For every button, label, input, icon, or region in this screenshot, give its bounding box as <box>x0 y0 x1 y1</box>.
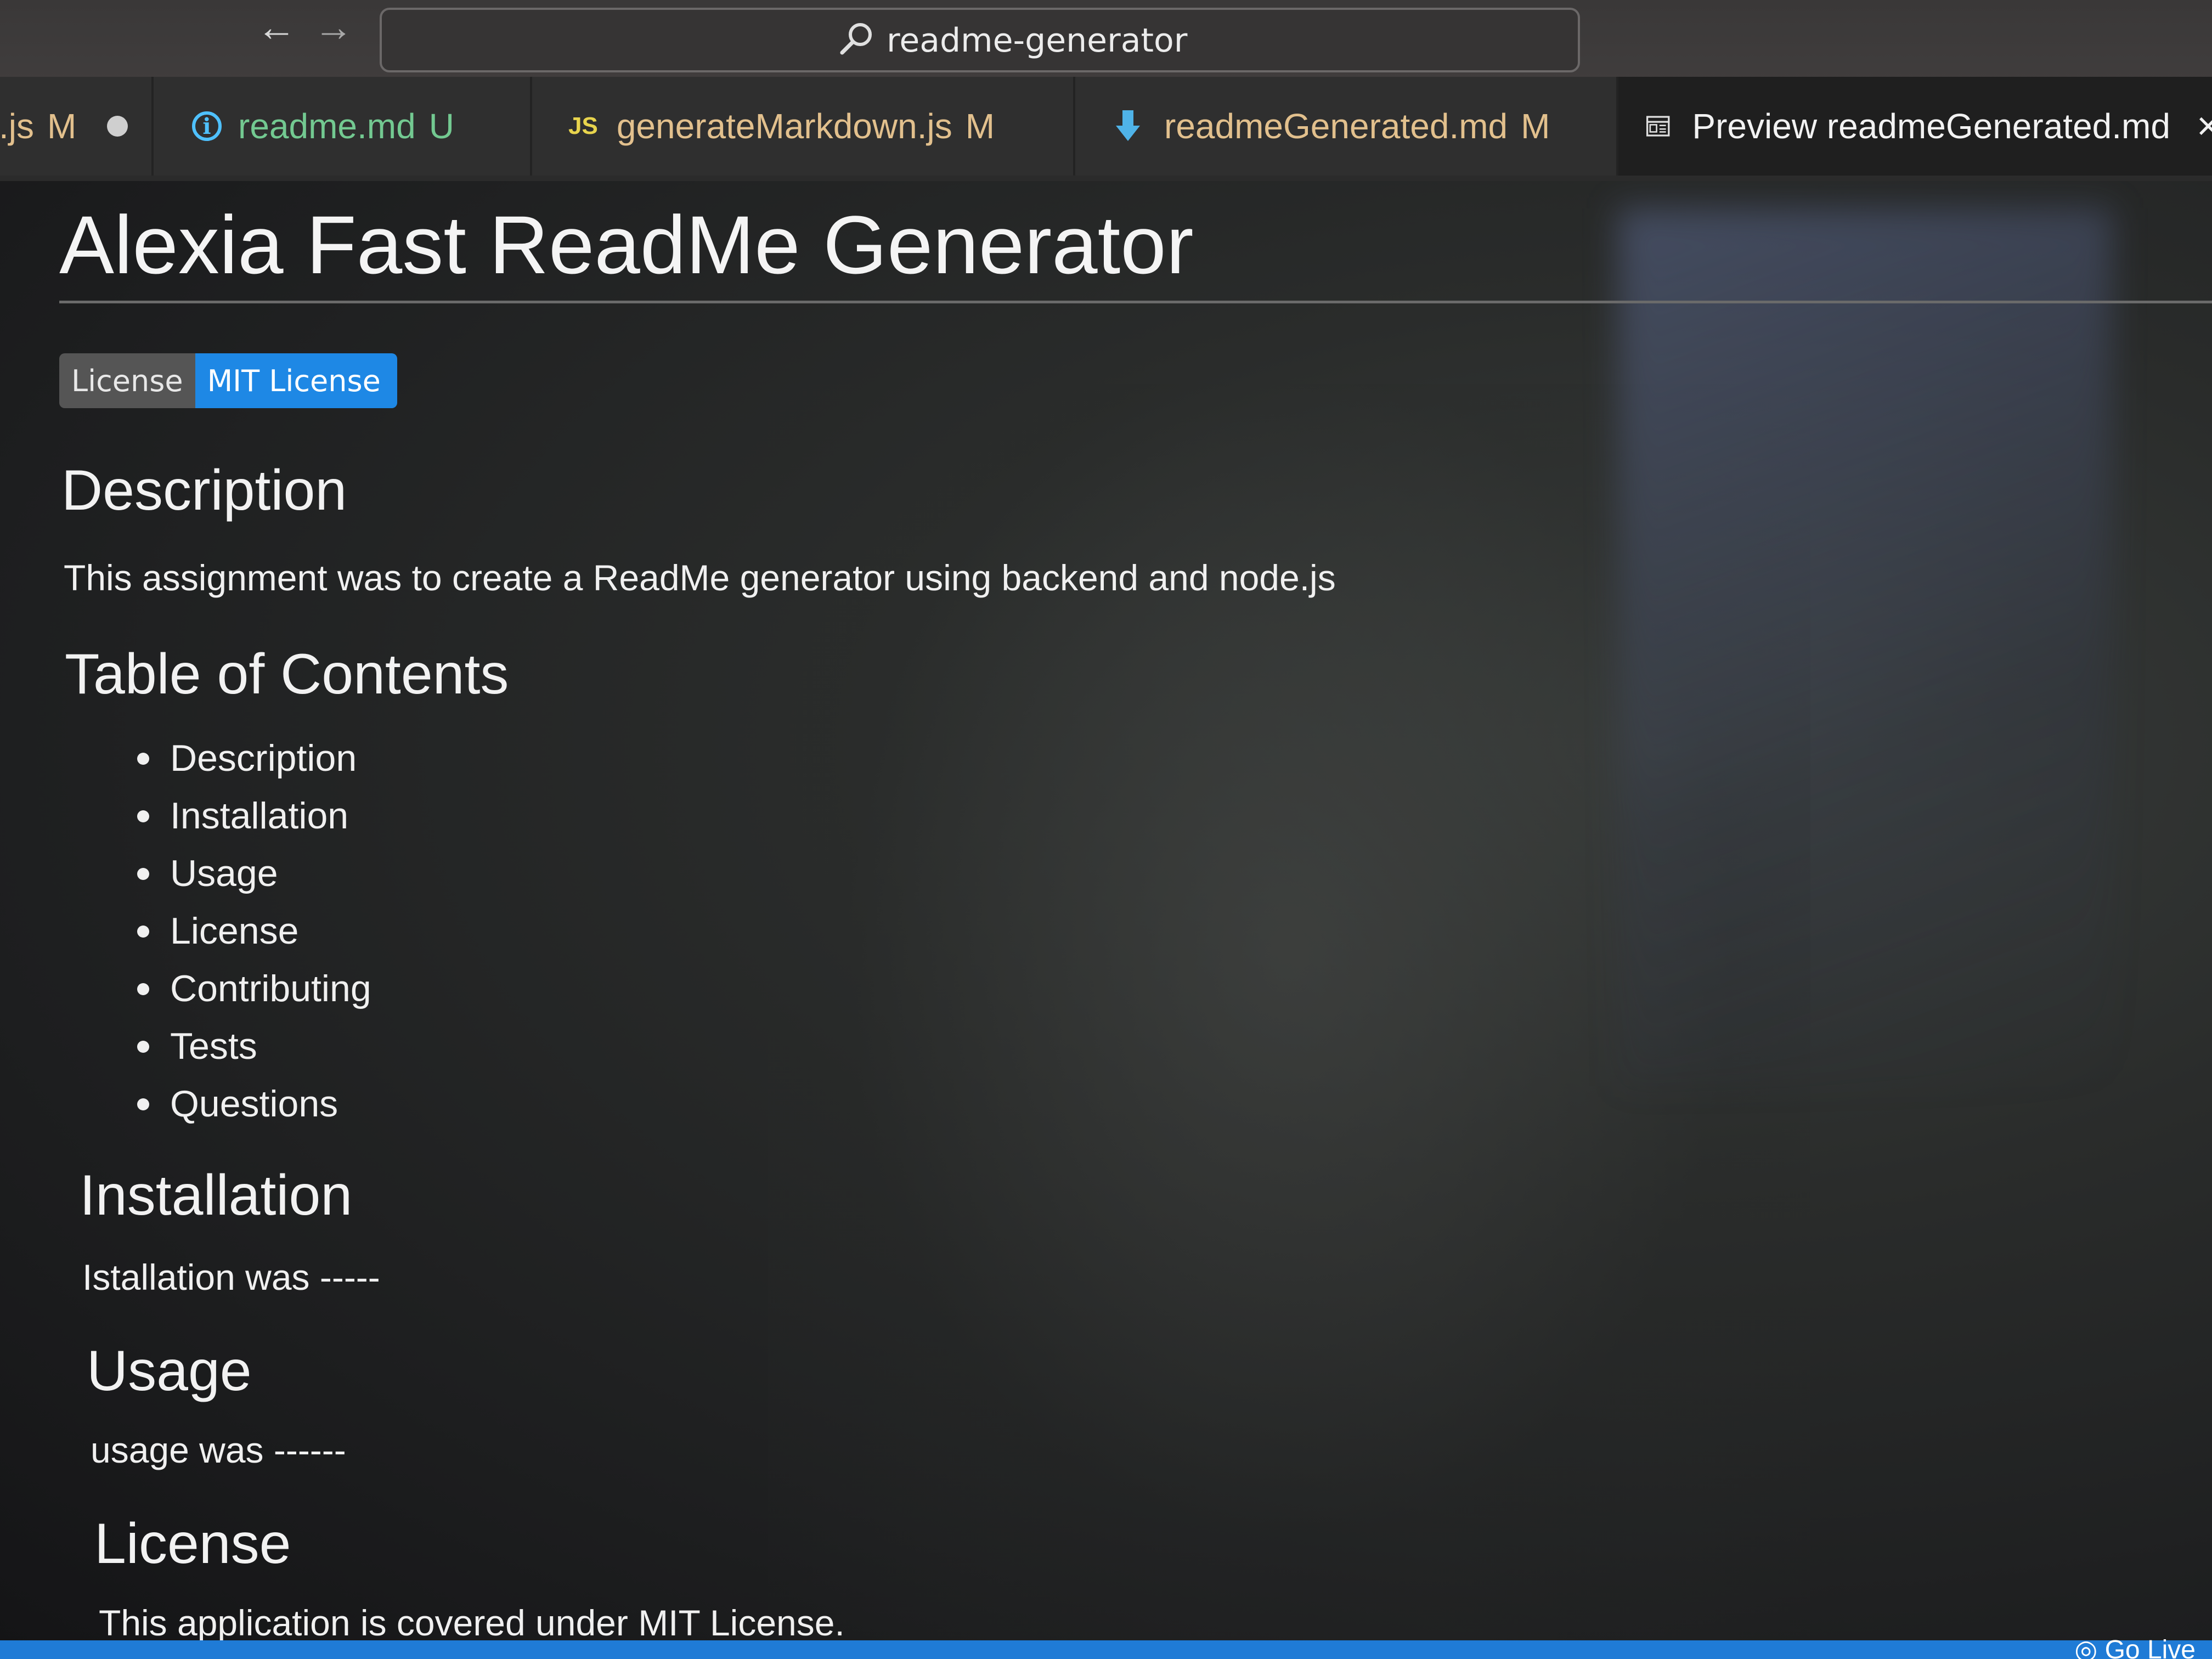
arrow-left-icon[interactable]: ← <box>257 5 296 49</box>
installation-text: Istallation was ----- <box>82 1257 380 1297</box>
bullet-icon <box>137 1040 149 1053</box>
editor-tab-bar: .js M i readme.md U JS generateMarkdown.… <box>0 77 2212 181</box>
toc-item-usage[interactable]: Usage <box>137 845 371 902</box>
license-text: This application is covered under MIT Li… <box>99 1602 845 1643</box>
toc-item-contributing[interactable]: Contributing <box>137 960 371 1018</box>
tab-label: readme.md <box>238 106 416 146</box>
toc-link[interactable]: License <box>170 902 298 960</box>
tab-readme-generated-md[interactable]: readmeGenerated.md M <box>1075 77 1618 176</box>
bullet-icon <box>137 752 149 765</box>
bullet-icon <box>137 925 149 938</box>
toc-link[interactable]: Description <box>170 730 357 787</box>
git-status-badge: M <box>1521 106 1550 146</box>
toc-heading: Table of Contents <box>65 642 509 706</box>
tab-label: readmeGenerated.md <box>1164 106 1508 146</box>
search-icon <box>840 23 872 55</box>
description-text: This assignment was to create a ReadMe g… <box>64 557 1336 598</box>
screen: ← → readme-generator .js M i readme.md U… <box>0 0 2212 1659</box>
toc-link[interactable]: Tests <box>170 1018 257 1075</box>
badge-label: License <box>59 353 195 408</box>
command-center-search[interactable]: readme-generator <box>380 8 1580 72</box>
tab-js-file[interactable]: .js M <box>0 77 154 176</box>
page-title: Alexia Fast ReadMe Generator <box>59 199 1194 291</box>
toc-link[interactable]: Questions <box>170 1075 338 1133</box>
git-status-badge: U <box>428 106 454 146</box>
title-bar: ← → readme-generator <box>0 0 2212 82</box>
tab-label: Preview readmeGenerated.md <box>1692 106 2170 146</box>
js-file-icon: JS <box>568 112 598 139</box>
markdown-preview: Alexia Fast ReadMe Generator License MIT… <box>0 181 2212 1643</box>
tab-label: .js <box>0 106 34 146</box>
toc-link[interactable]: Contributing <box>170 960 371 1018</box>
toc-item-tests[interactable]: Tests <box>137 1018 371 1075</box>
installation-heading: Installation <box>80 1164 353 1227</box>
description-heading: Description <box>61 459 347 522</box>
status-bar: ◎ Go Live <box>0 1637 2212 1659</box>
git-status-badge: M <box>47 106 77 146</box>
bullet-icon <box>137 867 149 880</box>
bullet-icon <box>137 1098 149 1110</box>
preview-icon <box>1646 116 1670 137</box>
unsaved-dot-icon[interactable] <box>107 116 128 137</box>
go-live-button[interactable]: ◎ Go Live <box>2074 1637 2196 1659</box>
toc-item-installation[interactable]: Installation <box>137 787 371 845</box>
license-heading: License <box>94 1512 291 1576</box>
markdown-download-icon <box>1116 110 1140 141</box>
toc-link[interactable]: Installation <box>170 787 348 845</box>
tab-preview-readme-generated[interactable]: Preview readmeGenerated.md × <box>1618 77 2212 176</box>
search-text: readme-generator <box>887 21 1188 60</box>
title-divider <box>59 301 2212 303</box>
usage-heading: Usage <box>87 1339 252 1403</box>
info-icon: i <box>192 111 222 141</box>
close-icon[interactable]: × <box>2197 104 2212 149</box>
badge-value: MIT License <box>195 353 397 408</box>
git-status-badge: M <box>965 106 995 146</box>
license-badge[interactable]: License MIT License <box>59 353 397 408</box>
tab-readme-md[interactable]: i readme.md U <box>154 77 532 176</box>
arrow-right-icon[interactable]: → <box>314 5 353 49</box>
toc-item-questions[interactable]: Questions <box>137 1075 371 1133</box>
toc-item-license[interactable]: License <box>137 902 371 960</box>
toc-link[interactable]: Usage <box>170 845 278 902</box>
tab-label: generateMarkdown.js <box>616 106 952 146</box>
bullet-icon <box>137 983 149 995</box>
usage-text: usage was ------ <box>91 1430 346 1470</box>
bullet-icon <box>137 810 149 822</box>
toc-item-description[interactable]: Description <box>137 730 371 787</box>
tab-generate-markdown-js[interactable]: JS generateMarkdown.js M <box>532 77 1075 176</box>
go-live-label: Go Live <box>2104 1635 2196 1659</box>
toc-list: Description Installation Usage License C… <box>137 730 371 1133</box>
